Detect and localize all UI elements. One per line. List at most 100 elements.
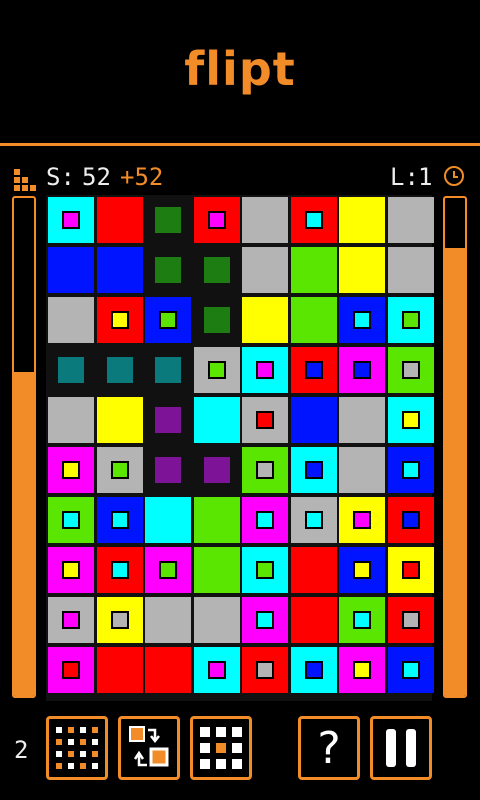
tile[interactable] <box>193 647 240 693</box>
tile[interactable] <box>339 397 385 443</box>
tile[interactable] <box>242 347 288 393</box>
tile-inner-square <box>353 511 371 529</box>
help-button[interactable]: ? <box>298 716 360 780</box>
tile[interactable] <box>48 597 94 643</box>
tile[interactable] <box>145 647 191 693</box>
tile[interactable] <box>193 197 240 243</box>
tile[interactable] <box>339 297 385 343</box>
tile[interactable] <box>242 597 288 643</box>
tile[interactable] <box>193 547 240 593</box>
tile[interactable] <box>48 497 94 543</box>
tile[interactable] <box>193 597 240 643</box>
tile[interactable] <box>48 447 94 493</box>
tile[interactable] <box>290 597 337 643</box>
tile[interactable] <box>48 397 94 443</box>
tile[interactable] <box>242 297 288 343</box>
tile[interactable] <box>96 597 143 643</box>
tile[interactable] <box>48 247 94 293</box>
tile[interactable] <box>145 497 191 543</box>
tile[interactable] <box>339 347 385 393</box>
tile[interactable] <box>290 397 337 443</box>
tile-inner-square <box>256 611 274 629</box>
tile[interactable] <box>339 547 385 593</box>
tile-inner-square <box>304 211 323 229</box>
swap-button[interactable] <box>118 716 180 780</box>
tile[interactable] <box>96 647 143 693</box>
grid-center-button[interactable] <box>190 716 252 780</box>
tile[interactable] <box>96 197 143 243</box>
tile[interactable] <box>242 447 288 493</box>
tile[interactable] <box>242 497 288 543</box>
tile[interactable] <box>242 647 288 693</box>
tile[interactable] <box>194 247 240 293</box>
tile[interactable] <box>387 247 434 293</box>
tile[interactable] <box>96 397 143 443</box>
tile[interactable] <box>48 647 94 693</box>
tile[interactable] <box>145 547 191 593</box>
tile-inner-square <box>62 461 80 479</box>
tile[interactable] <box>290 347 337 393</box>
tile[interactable] <box>242 397 288 443</box>
tile[interactable] <box>387 497 434 543</box>
tile[interactable] <box>48 297 94 343</box>
tile[interactable] <box>387 297 434 343</box>
tile[interactable] <box>48 547 94 593</box>
tile[interactable] <box>145 247 191 293</box>
tile[interactable] <box>290 197 337 243</box>
tile[interactable] <box>387 547 434 593</box>
tile[interactable] <box>96 297 143 343</box>
tile[interactable] <box>339 197 385 243</box>
bar-stats-icon[interactable] <box>14 169 36 191</box>
tile[interactable] <box>387 347 434 393</box>
tile[interactable] <box>387 397 434 443</box>
tile[interactable] <box>194 447 240 493</box>
tile-block <box>155 207 181 233</box>
move-count: 2 <box>14 736 29 764</box>
tile-inner-square <box>110 561 129 579</box>
tile[interactable] <box>145 597 191 643</box>
tile[interactable] <box>339 497 385 543</box>
tile[interactable] <box>96 547 143 593</box>
tile-inner-square <box>401 311 420 329</box>
tile[interactable] <box>145 347 191 393</box>
tile[interactable] <box>193 497 240 543</box>
tile[interactable] <box>339 247 385 293</box>
tile-block <box>203 307 230 333</box>
tile-inner-square <box>256 561 274 579</box>
tile[interactable] <box>290 447 337 493</box>
grid-all-button[interactable] <box>46 716 108 780</box>
tile[interactable] <box>242 197 288 243</box>
tile[interactable] <box>97 347 143 393</box>
tile[interactable] <box>96 447 143 493</box>
tile[interactable] <box>290 247 337 293</box>
tile[interactable] <box>387 647 434 693</box>
tile[interactable] <box>145 397 191 443</box>
tile[interactable] <box>339 647 385 693</box>
tile[interactable] <box>48 347 94 393</box>
tile[interactable] <box>242 247 288 293</box>
tile[interactable] <box>193 397 240 443</box>
tile[interactable] <box>387 447 434 493</box>
tile[interactable] <box>194 297 240 343</box>
pause-button[interactable] <box>370 716 432 780</box>
tile[interactable] <box>339 597 385 643</box>
tile[interactable] <box>145 297 191 343</box>
tile-inner-square <box>62 611 80 629</box>
tile[interactable] <box>387 597 434 643</box>
tile[interactable] <box>290 497 337 543</box>
tile[interactable] <box>242 547 288 593</box>
tile[interactable] <box>48 197 94 243</box>
meter-fill <box>445 247 465 696</box>
tile[interactable] <box>145 197 191 243</box>
tile[interactable] <box>145 447 191 493</box>
tile[interactable] <box>339 447 385 493</box>
tile[interactable] <box>387 197 434 243</box>
tile-inner-square <box>256 411 274 429</box>
tile[interactable] <box>96 497 143 543</box>
level-label: L: <box>390 163 419 191</box>
tile[interactable] <box>193 347 240 393</box>
tile[interactable] <box>290 547 337 593</box>
tile[interactable] <box>290 297 337 343</box>
tile[interactable] <box>290 647 337 693</box>
tile[interactable] <box>96 247 143 293</box>
